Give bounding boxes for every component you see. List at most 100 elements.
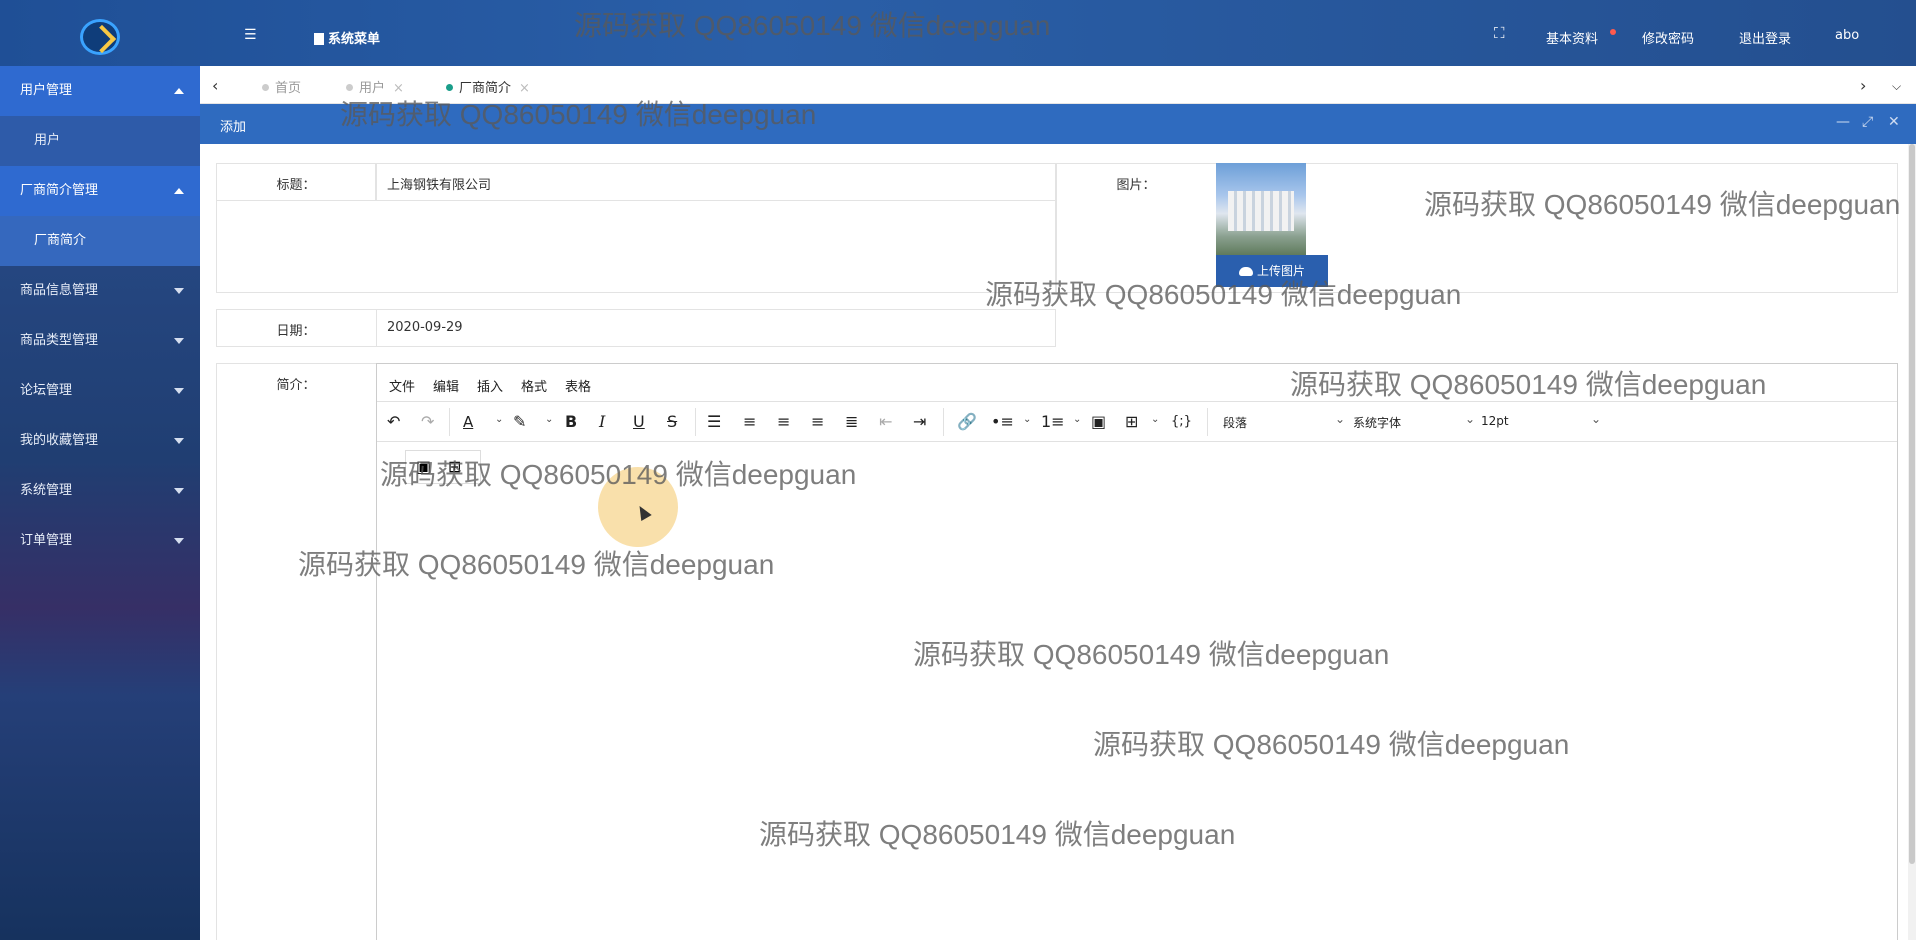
sidebar-item-label: 用户管理 [20, 83, 73, 98]
sidebar-item-forum[interactable]: 论坛管理 [0, 366, 200, 416]
profile-link[interactable]: 基本资料 [1546, 28, 1598, 47]
intro-label: 简介： [276, 378, 316, 393]
bold-icon[interactable]: B [565, 412, 577, 432]
chevron-down-icon: ⌄ [1591, 412, 1602, 426]
sidebar-item-vendor-management[interactable]: 厂商简介管理 [0, 166, 200, 216]
text-color-icon[interactable]: A [463, 412, 473, 432]
italic-icon[interactable]: I [599, 412, 605, 432]
chevron-down-icon [174, 438, 184, 444]
sidebar-item-label: 订单管理 [20, 533, 73, 548]
block-format-select[interactable]: 段落 ⌄ [1223, 412, 1345, 431]
tab-user[interactable]: 用户 × [346, 77, 404, 96]
tab-dot [262, 84, 269, 91]
line-height-icon[interactable]: ☰ [707, 412, 721, 432]
system-menu-label: 系统菜单 [328, 32, 381, 47]
code-sample-icon[interactable]: {;} [1171, 412, 1192, 432]
date-value: 2020-09-29 [387, 320, 463, 335]
dialog-title-bar: 添加 — ⤢ ✕ [200, 104, 1916, 144]
quick-insert-toolbar: ▣ ⊞ [405, 450, 481, 484]
sidebar-item-label: 用户 [34, 133, 61, 148]
sidebar-item-user-management[interactable]: 用户管理 [0, 66, 200, 116]
menu-insert[interactable]: 插入 [477, 376, 503, 395]
sidebar-item-vendor-intro[interactable]: 厂商简介 [0, 216, 200, 266]
tab-menu-chevron-icon[interactable]: ⌵ [1892, 79, 1901, 94]
font-size-select[interactable]: 12pt ⌄ [1481, 412, 1601, 428]
close-icon[interactable]: × [393, 81, 404, 96]
table-icon[interactable]: ⊞ [448, 457, 461, 476]
minimize-icon[interactable]: — [1836, 114, 1850, 130]
tab-label: 厂商简介 [459, 81, 512, 96]
sidebar-item-user[interactable]: 用户 [0, 116, 200, 166]
logout-link[interactable]: 退出登录 [1739, 28, 1791, 47]
menu-toggle-icon[interactable]: ☰ [244, 27, 257, 43]
tab-scroll-left-icon[interactable]: ‹ [212, 76, 218, 95]
sidebar-item-label: 厂商简介管理 [20, 183, 99, 198]
chevron-down-icon [174, 288, 184, 294]
sidebar-item-label: 系统管理 [20, 483, 73, 498]
tab-scroll-right-icon[interactable]: › [1860, 76, 1866, 95]
sidebar-item-orders[interactable]: 订单管理 [0, 516, 200, 566]
page-scrollbar[interactable] [1908, 144, 1916, 940]
image-icon[interactable]: ▣ [416, 457, 431, 476]
strikethrough-icon[interactable]: S [667, 412, 677, 432]
align-right-icon[interactable]: ≡ [811, 412, 824, 432]
link-icon[interactable]: 🔗 [957, 412, 977, 432]
sidebar-item-label: 论坛管理 [20, 383, 73, 398]
date-label: 日期： [276, 324, 316, 339]
chevron-down-icon [174, 388, 184, 394]
sidebar-item-label: 商品类型管理 [20, 333, 99, 348]
sidebar-item-product-info[interactable]: 商品信息管理 [0, 266, 200, 316]
font-family-select[interactable]: 系统字体 ⌄ [1353, 412, 1475, 431]
font-size-value: 12pt [1481, 414, 1509, 428]
table-icon[interactable]: ⊞ [1125, 412, 1138, 432]
date-input[interactable]: 2020-09-29 [376, 309, 1056, 347]
editor-toolbar: ↶ ↷ A ⌄ ✎ ⌄ B I U S ☰ ≡ ≡ ≡ ≣ ⇤ ⇥ 🔗 •≡ ⌄… [377, 402, 1897, 442]
underline-icon[interactable]: U [633, 412, 645, 432]
chevron-down-icon[interactable]: ⌄ [495, 414, 503, 425]
menu-format[interactable]: 格式 [521, 376, 547, 395]
scrollbar-thumb[interactable] [1909, 144, 1915, 864]
tab-bar: ‹ 首页 用户 × 厂商简介 × › ⌵ [200, 66, 1916, 104]
title-input[interactable]: 上海钢铁有限公司 [376, 163, 1056, 201]
top-header: ☰ 系统菜单 ⛶ 基本资料 修改密码 退出登录 abo [0, 0, 1916, 66]
close-dialog-icon[interactable]: ✕ [1888, 114, 1900, 130]
tab-label: 首页 [275, 81, 302, 96]
system-menu[interactable]: 系统菜单 [314, 28, 380, 47]
toolbar-separator [449, 408, 450, 436]
change-password-link[interactable]: 修改密码 [1642, 28, 1694, 47]
sidebar-item-system[interactable]: 系统管理 [0, 466, 200, 516]
menu-edit[interactable]: 编辑 [433, 376, 459, 395]
undo-icon[interactable]: ↶ [387, 412, 400, 432]
image-icon[interactable]: ▣ [1091, 412, 1106, 432]
username: abo [1835, 28, 1860, 43]
chevron-down-icon[interactable]: ⌄ [1023, 414, 1031, 425]
bullet-list-icon[interactable]: •≡ [991, 412, 1014, 432]
tab-home[interactable]: 首页 [262, 77, 301, 96]
toolbar-separator [695, 408, 696, 436]
close-icon[interactable]: × [519, 81, 530, 96]
chevron-down-icon[interactable]: ⌄ [545, 414, 553, 425]
align-left-icon[interactable]: ≡ [743, 412, 756, 432]
align-justify-icon[interactable]: ≣ [845, 412, 858, 432]
upload-image-button[interactable]: 上传图片 [1216, 255, 1328, 287]
numbered-list-icon[interactable]: 1≡ [1041, 412, 1065, 432]
highlight-color-icon[interactable]: ✎ [513, 412, 526, 432]
tab-dot [446, 84, 453, 91]
redo-icon[interactable]: ↷ [421, 412, 434, 432]
fullscreen-icon[interactable]: ⛶ [1494, 24, 1505, 42]
tab-label: 用户 [359, 81, 386, 96]
chevron-down-icon[interactable]: ⌄ [1073, 414, 1081, 425]
outdent-icon[interactable]: ⇤ [879, 412, 892, 432]
sidebar-item-product-type[interactable]: 商品类型管理 [0, 316, 200, 366]
chevron-down-icon[interactable]: ⌄ [1151, 414, 1159, 425]
maximize-icon[interactable]: ⤢ [1862, 114, 1873, 130]
sidebar-item-favorites[interactable]: 我的收藏管理 [0, 416, 200, 466]
align-center-icon[interactable]: ≡ [777, 412, 790, 432]
rich-text-editor[interactable]: 文件 编辑 插入 格式 表格 ↶ ↷ A ⌄ ✎ ⌄ B I U S ☰ ≡ ≡… [376, 363, 1898, 940]
chevron-down-icon: ⌄ [1465, 412, 1476, 426]
menu-file[interactable]: 文件 [389, 376, 415, 395]
tab-vendor-intro[interactable]: 厂商简介 × [446, 77, 530, 96]
menu-table[interactable]: 表格 [565, 376, 591, 395]
book-icon [314, 33, 324, 45]
indent-icon[interactable]: ⇥ [913, 412, 926, 432]
